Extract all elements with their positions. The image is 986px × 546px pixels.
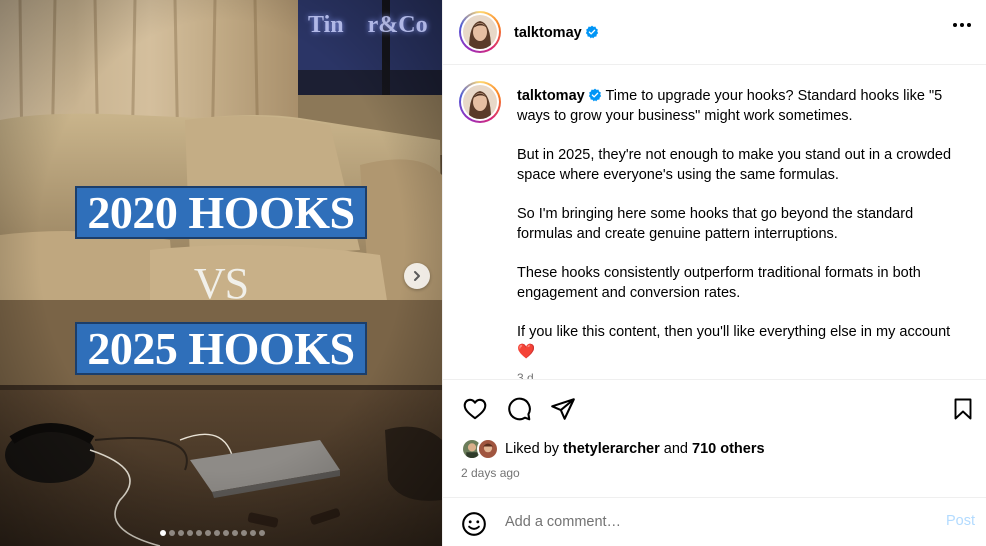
carousel-dot xyxy=(214,530,220,536)
carousel-dot xyxy=(160,530,166,536)
carousel-dot xyxy=(241,530,247,536)
carousel-dot xyxy=(196,530,202,536)
carousel-dot xyxy=(259,530,265,536)
caption-line: If you like this content, then you'll li… xyxy=(517,324,951,340)
verified-badge-icon xyxy=(585,25,598,39)
carousel-dot xyxy=(187,530,193,536)
post-header: talktomay xyxy=(443,0,986,65)
likes-summary: Liked by thetylerarcher and 710 others xyxy=(461,438,765,460)
more-dot-icon xyxy=(953,23,957,27)
caption-scroll-area[interactable]: talktomay Time to upgrade your hooks? St… xyxy=(443,66,986,379)
caption-avatar[interactable] xyxy=(459,81,501,123)
emoji-icon xyxy=(462,512,486,536)
window-sign: Tin r&Co xyxy=(308,12,428,38)
headline-bottom: 2025 HOOKS xyxy=(75,322,367,375)
post-comment-button[interactable]: Post xyxy=(946,513,975,529)
liker-avatar xyxy=(477,438,499,460)
caption-paragraph: talktomay Time to upgrade your hooks? St… xyxy=(517,86,965,126)
bookmark-icon xyxy=(954,398,972,420)
liked-by-and: and xyxy=(659,441,693,457)
caption-paragraph: If you like this content, then you'll li… xyxy=(517,322,965,362)
more-dot-icon xyxy=(967,23,971,27)
save-button[interactable] xyxy=(949,395,977,423)
more-dot-icon xyxy=(960,23,964,27)
caption-text: talktomay Time to upgrade your hooks? St… xyxy=(517,86,965,379)
verified-badge-icon xyxy=(588,88,601,102)
divider xyxy=(443,379,986,380)
others-link[interactable]: 710 others xyxy=(692,441,765,457)
caption-paragraph: So I'm bringing here some hooks that go … xyxy=(517,206,914,242)
profile-photo xyxy=(463,85,497,119)
carousel-dot xyxy=(223,530,229,536)
action-bar xyxy=(443,392,986,426)
header-username[interactable]: talktomay xyxy=(514,25,582,41)
caption-age: 3 d xyxy=(517,371,534,379)
more-options-button[interactable] xyxy=(953,23,971,27)
chevron-right-icon xyxy=(414,271,420,281)
headline-top-wrap: 2020 HOOKS xyxy=(0,186,442,239)
share-button[interactable] xyxy=(549,395,577,423)
post-panel: talktomay talktomay Time to upgrade your… xyxy=(442,0,986,546)
carousel-dot xyxy=(250,530,256,536)
profile-photo xyxy=(463,15,497,49)
header-user: talktomay xyxy=(514,24,599,42)
carousel-next-button[interactable] xyxy=(404,263,430,289)
caption-paragraph: But in 2025, they're not enough to make … xyxy=(517,147,952,183)
carousel-dots xyxy=(160,530,265,536)
avatar[interactable] xyxy=(459,11,501,53)
caption-username[interactable]: talktomay xyxy=(517,88,585,104)
headline-top: 2020 HOOKS xyxy=(75,186,367,239)
liker-avatars[interactable] xyxy=(461,438,501,460)
liked-by-user-link[interactable]: thetylerarcher xyxy=(563,441,660,457)
carousel-dot xyxy=(169,530,175,536)
like-button[interactable] xyxy=(461,395,489,423)
headline-bottom-wrap: 2025 HOOKS xyxy=(0,322,442,375)
paper-plane-icon xyxy=(551,398,575,420)
comment-icon xyxy=(508,397,531,421)
post-media[interactable]: Tin r&Co 2020 HOOKS VS 2025 HOOKS xyxy=(0,0,442,546)
carousel-dot xyxy=(178,530,184,536)
heart-emoji: ❤️ xyxy=(517,344,536,360)
headline-vs: VS xyxy=(193,259,249,308)
comment-button[interactable] xyxy=(505,395,533,423)
comment-bar: Post xyxy=(443,497,986,546)
carousel-dot xyxy=(232,530,238,536)
carousel-dot xyxy=(205,530,211,536)
caption-paragraph: These hooks consistently outperform trad… xyxy=(517,265,921,301)
liked-by-prefix: Liked by xyxy=(505,441,564,457)
heart-icon xyxy=(463,398,487,420)
emoji-button[interactable] xyxy=(461,511,487,542)
comment-input[interactable] xyxy=(505,511,925,533)
post-timestamp[interactable]: 2 days ago xyxy=(461,466,520,480)
